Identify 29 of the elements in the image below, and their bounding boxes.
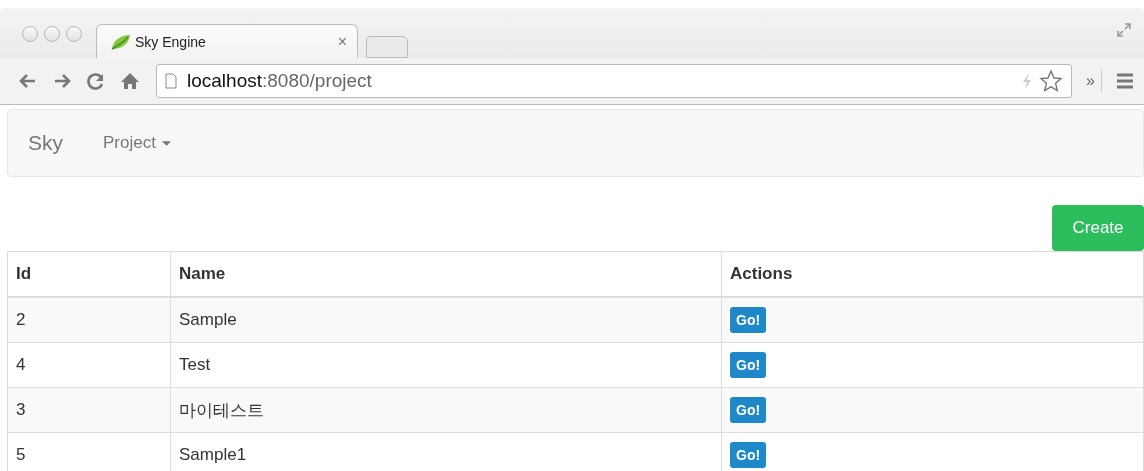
reload-icon[interactable] <box>86 71 106 91</box>
address-field[interactable]: localhost:8080/project <box>156 64 1073 98</box>
leaf-icon <box>111 33 131 50</box>
go-button[interactable]: Go! <box>730 442 767 468</box>
go-button[interactable]: Go! <box>730 352 767 378</box>
table-cell: Test <box>170 342 722 388</box>
go-button[interactable]: Go! <box>730 307 767 333</box>
brand-link[interactable]: Sky <box>28 131 63 155</box>
browser-tab[interactable]: Sky Engine × <box>96 24 358 58</box>
page-icon <box>165 73 177 89</box>
url-host: localhost <box>187 70 262 92</box>
table-cell: 2 <box>7 297 171 343</box>
table-cell: Sample <box>170 297 722 343</box>
table-cell: 3 <box>7 387 171 433</box>
create-button[interactable]: Create <box>1052 205 1144 251</box>
table-cell: 마이테스트 <box>170 387 722 433</box>
close-tab-button[interactable]: × <box>337 32 347 51</box>
url-path: :8080/project <box>262 70 372 92</box>
go-button[interactable]: Go! <box>730 397 767 423</box>
table-cell: 5 <box>7 432 171 471</box>
menu-icon[interactable] <box>1116 73 1134 89</box>
star-icon[interactable] <box>1039 69 1064 93</box>
caret-icon <box>161 140 171 146</box>
project-menu[interactable]: Project <box>103 133 171 153</box>
extensions-button[interactable]: » <box>1086 72 1095 90</box>
home-icon[interactable] <box>120 71 140 91</box>
fullscreen-icon[interactable] <box>1116 22 1132 38</box>
table-cell: 4 <box>7 342 171 388</box>
lightning-icon <box>1021 72 1034 90</box>
